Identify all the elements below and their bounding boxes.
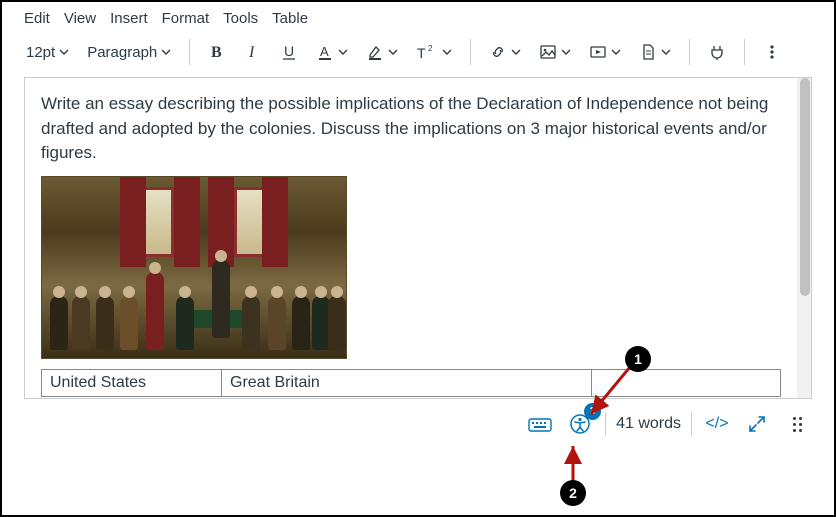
embedded-image[interactable] — [41, 176, 347, 359]
statusbar: 3 41 words </> — [2, 399, 834, 439]
svg-text:U: U — [284, 43, 294, 59]
svg-text:T: T — [417, 45, 426, 61]
more-button[interactable] — [757, 37, 787, 67]
menu-edit[interactable]: Edit — [24, 10, 50, 27]
table-row[interactable]: United States Great Britain — [42, 369, 781, 396]
apps-plugin-button[interactable] — [702, 37, 732, 67]
svg-text:B: B — [211, 44, 222, 61]
editor-app: Edit View Insert Format Tools Table 12pt… — [0, 0, 836, 517]
image-dropdown[interactable] — [533, 37, 577, 67]
chevron-down-icon — [388, 47, 398, 57]
media-dropdown[interactable] — [583, 37, 627, 67]
chevron-down-icon — [161, 47, 171, 57]
highlight-icon — [366, 43, 384, 61]
resize-handle[interactable] — [782, 409, 812, 439]
italic-button[interactable]: I — [238, 37, 268, 67]
underline-icon: U — [280, 43, 298, 61]
kebab-icon — [765, 43, 779, 61]
menu-view[interactable]: View — [64, 10, 96, 27]
link-dropdown[interactable] — [483, 37, 527, 67]
block-format-dropdown[interactable]: Paragraph — [81, 37, 177, 67]
annotation-callout-2: 2 — [560, 480, 586, 506]
menu-tools[interactable]: Tools — [223, 10, 258, 27]
font-size-label: 12pt — [26, 44, 55, 61]
image-icon — [539, 43, 557, 61]
toolbar-separator — [470, 39, 471, 65]
table-cell[interactable]: Great Britain — [222, 369, 592, 396]
block-format-label: Paragraph — [87, 44, 157, 61]
bold-icon: B — [208, 43, 226, 61]
chevron-down-icon — [338, 47, 348, 57]
toolbar-separator — [689, 39, 690, 65]
underline-button[interactable]: U — [274, 37, 304, 67]
text-color-dropdown[interactable]: A — [310, 37, 354, 67]
drag-handle-icon — [793, 417, 802, 432]
menu-insert[interactable]: Insert — [110, 10, 148, 27]
keyboard-icon — [528, 415, 552, 433]
chevron-down-icon — [661, 47, 671, 57]
plug-icon — [708, 43, 726, 61]
content-table[interactable]: United States Great Britain — [41, 369, 781, 397]
expand-icon — [747, 414, 767, 434]
link-icon — [489, 43, 507, 61]
document-icon — [639, 43, 657, 61]
scrollbar[interactable] — [797, 78, 811, 398]
bold-button[interactable]: B — [202, 37, 232, 67]
toolbar: 12pt Paragraph B I U A — [2, 31, 834, 77]
essay-prompt-text: Write an essay describing the possible i… — [41, 92, 781, 166]
scrollbar-thumb[interactable] — [800, 78, 810, 296]
menubar: Edit View Insert Format Tools Table — [2, 2, 834, 31]
superscript-icon: T2 — [416, 43, 438, 61]
fullscreen-button[interactable] — [742, 409, 772, 439]
toolbar-separator — [189, 39, 190, 65]
toolbar-separator — [744, 39, 745, 65]
editor-content[interactable]: Write an essay describing the possible i… — [25, 78, 797, 398]
svg-text:A: A — [320, 44, 329, 59]
text-color-icon: A — [316, 43, 334, 61]
table-cell[interactable]: United States — [42, 369, 222, 396]
chevron-down-icon — [561, 47, 571, 57]
chevron-down-icon — [611, 47, 621, 57]
annotation-callout-1: 1 — [625, 346, 651, 372]
editor-area[interactable]: Write an essay describing the possible i… — [24, 77, 812, 399]
chevron-down-icon — [511, 47, 521, 57]
chevron-down-icon — [442, 47, 452, 57]
font-size-dropdown[interactable]: 12pt — [20, 37, 75, 67]
svg-text:I: I — [248, 44, 255, 61]
superscript-dropdown[interactable]: T2 — [410, 37, 458, 67]
document-dropdown[interactable] — [633, 37, 677, 67]
media-icon — [589, 43, 607, 61]
highlight-color-dropdown[interactable] — [360, 37, 404, 67]
menu-format[interactable]: Format — [162, 10, 210, 27]
svg-text:2: 2 — [428, 44, 433, 53]
menu-table[interactable]: Table — [272, 10, 308, 27]
statusbar-separator — [691, 412, 692, 436]
annotation-arrow — [585, 362, 635, 422]
italic-icon: I — [244, 43, 262, 61]
chevron-down-icon — [59, 47, 69, 57]
keyboard-shortcuts-button[interactable] — [525, 409, 555, 439]
html-view-toggle[interactable]: </> — [702, 409, 732, 439]
